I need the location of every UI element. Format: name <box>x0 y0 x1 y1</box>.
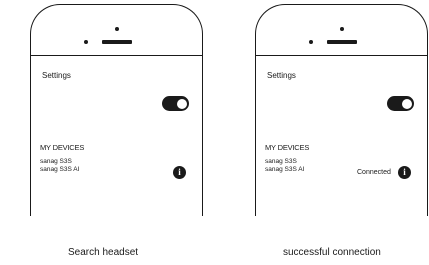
camera-sensor-dot <box>339 27 344 31</box>
screen-top-edge <box>256 55 427 56</box>
settings-title: Settings <box>42 71 71 80</box>
bluetooth-toggle[interactable] <box>387 96 414 111</box>
device-item[interactable]: sanag S3S AI <box>40 166 79 174</box>
phone-successful-connection: Settings MY DEVICES sanag S3S sanag S3S … <box>255 4 428 216</box>
toggle-knob <box>401 98 412 109</box>
info-icon[interactable]: i <box>398 166 411 179</box>
settings-title: Settings <box>267 71 296 80</box>
screen-top-edge <box>31 55 202 56</box>
device-list: sanag S3S sanag S3S AI <box>40 158 79 174</box>
device-item[interactable]: sanag S3S <box>40 158 79 166</box>
device-item[interactable]: sanag S3S AI <box>265 166 304 174</box>
camera-sensor-dot <box>114 27 119 31</box>
device-item[interactable]: sanag S3S <box>265 158 304 166</box>
caption-successful-connection: successful connection <box>283 247 381 258</box>
caption-search-headset: Search headset <box>68 247 139 258</box>
my-devices-heading: MY DEVICES <box>265 143 310 152</box>
earpiece-speaker <box>327 40 357 44</box>
connection-status: Connected <box>357 169 391 176</box>
my-devices-heading: MY DEVICES <box>40 143 85 152</box>
info-icon[interactable]: i <box>173 166 186 179</box>
toggle-knob <box>176 98 187 109</box>
earpiece-speaker <box>102 40 132 44</box>
front-camera-dot <box>309 40 313 44</box>
device-list: sanag S3S sanag S3S AI <box>265 158 304 174</box>
phone-search-headset: Settings MY DEVICES sanag S3S sanag S3S … <box>30 4 203 216</box>
front-camera-dot <box>84 40 88 44</box>
bluetooth-toggle[interactable] <box>162 96 189 111</box>
